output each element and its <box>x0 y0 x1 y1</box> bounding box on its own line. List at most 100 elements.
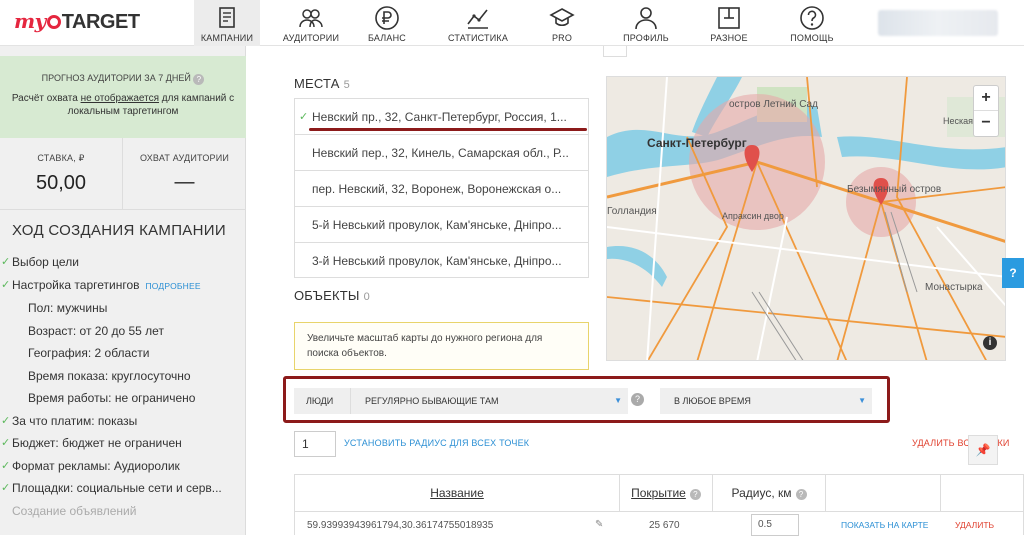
logo-target: TARGET <box>61 11 140 33</box>
panel-edge <box>603 46 627 57</box>
chevron-down-icon: ▼ <box>858 396 866 405</box>
nav-misc[interactable]: РАЗНОЕ <box>703 0 755 46</box>
col-coverage-header[interactable]: Покрытие? <box>620 475 713 511</box>
checkmark-icon: ✓ <box>1 437 11 449</box>
mytarget-logo[interactable]: my TARGET <box>14 9 140 34</box>
places-title: МЕСТА 5 <box>294 76 350 91</box>
row-radius-input[interactable]: 0.5 <box>751 514 799 536</box>
objects-title: ОБЪЕКТЫ 0 <box>294 288 370 303</box>
progress-step: Время работы: не ограничено <box>0 387 246 410</box>
mode-select-value: РЕГУЛЯРНО БЫВАЮЩИЕ ТАМ <box>365 396 499 406</box>
filter-help-icon[interactable]: ? <box>631 393 644 406</box>
map-zoom-control: + − <box>973 85 999 137</box>
map-label-apraksin: Апраксин двор <box>722 211 784 221</box>
progress-step[interactable]: ✓ Выбор цели <box>0 251 246 274</box>
highlight-underline <box>309 128 587 131</box>
show-on-map-link[interactable]: ПОКАЗАТЬ НА КАРТЕ <box>841 520 928 530</box>
campaign-progress: ХОД СОЗДАНИЯ КАМПАНИИ ✓ Выбор цели ✓ Настро… <box>0 222 246 522</box>
help-icon <box>800 6 824 30</box>
progress-step: Возраст: от 20 до 55 лет <box>0 320 246 343</box>
radius-input[interactable] <box>294 431 336 457</box>
place-item[interactable]: пер. Невский, 32, Воронеж, Воронежская о… <box>295 171 588 207</box>
progress-step[interactable]: ✓ Бюджет: бюджет не ограничен <box>0 432 246 455</box>
pin-icon[interactable]: 📌 <box>968 435 998 465</box>
campaign-sidebar: ПРОГНОЗ АУДИТОРИИ ЗА 7 ДНЕЙ ? Расчёт охв… <box>0 46 246 535</box>
progress-step-label: Площадки: социальные сети и серв... <box>12 481 222 495</box>
radius-help-icon[interactable]: ? <box>795 489 807 500</box>
progress-step: Пол: мужчины <box>0 297 246 320</box>
checkmark-icon: ✓ <box>1 256 11 268</box>
place-item[interactable]: 5-й Невський провулок, Кам'янське, Дніпр… <box>295 207 588 243</box>
place-item-label: пер. Невский, 32, Воронеж, Воронежская о… <box>312 182 562 196</box>
col-name-header[interactable]: Название <box>295 475 620 511</box>
nav-help[interactable]: ПОМОЩЬ <box>783 0 841 46</box>
progress-step-label: Настройка таргетингов <box>12 277 140 292</box>
help-tab[interactable]: ? <box>1002 258 1024 288</box>
progress-title: ХОД СОЗДАНИЯ КАМПАНИИ <box>12 222 226 239</box>
reach-label: ОХВАТ АУДИТОРИИ <box>139 153 230 163</box>
nav-statistics[interactable]: СТАТИСТИКА <box>444 0 512 46</box>
forecast-title: ПРОГНОЗ АУДИТОРИИ ЗА 7 ДНЕЙ <box>41 73 191 83</box>
place-item[interactable]: 3-й Невський провулок, Кам'янське, Дніпр… <box>295 243 588 279</box>
time-select[interactable]: В ЛЮБОЕ ВРЕМЯ ▼ <box>660 388 872 414</box>
progress-step-label: Время показа: круглосуточно <box>28 368 191 383</box>
audience-filter-box: ЛЮДИ РЕГУЛЯРНО БЫВАЮЩИЕ ТАМ ▼ ? В ЛЮБОЕ В… <box>283 376 890 423</box>
place-item[interactable]: Невский пер., 32, Кинель, Самарская обл.… <box>295 135 588 171</box>
progress-step[interactable]: ✓ За что платим: показы <box>0 410 246 433</box>
who-select-value: ЛЮДИ <box>306 396 334 406</box>
main-content: МЕСТА 5 ✓ Невский пр., 32, Санкт-Петербург… <box>246 46 1024 536</box>
graduation-cap-icon <box>549 8 575 27</box>
objects-count: 0 <box>363 291 370 303</box>
zoom-out-button[interactable]: − <box>974 111 998 136</box>
progress-step-label: За что платим: показы <box>12 413 138 428</box>
nav-balance[interactable]: БАЛАНС <box>360 0 414 46</box>
bid-label: СТАВКА, ₽ <box>37 153 85 163</box>
row-coordinates: 59.93993943961794,30.36174755018935 <box>307 520 494 531</box>
checkmark-icon: ✓ <box>299 111 309 123</box>
nav-balance-label: БАЛАНС <box>367 33 407 43</box>
stats-chart-icon <box>467 9 488 29</box>
map-info-icon[interactable]: i <box>983 336 997 350</box>
audiences-icon <box>299 9 323 28</box>
nav-campaigns[interactable]: КАМПАНИИ <box>194 0 260 46</box>
places-count: 5 <box>343 79 350 91</box>
progress-step-label: Возраст: от 20 до 55 лет <box>28 323 164 338</box>
checkmark-icon: ✓ <box>1 459 11 472</box>
checkmark-icon: ✓ <box>1 414 11 427</box>
more-details-link[interactable]: ПОДРОБНЕЕ <box>146 281 201 291</box>
map-view[interactable]: Санкт-Петербург остров Летний Сад Безымя… <box>606 76 1006 361</box>
place-item-label: Невский пр., 32, Санкт-Петербург, Россия… <box>312 110 567 124</box>
progress-step[interactable]: ✓ Формат рекламы: Аудиоролик <box>0 455 246 478</box>
progress-step-label: Бюджет: бюджет не ограничен <box>12 436 182 450</box>
user-account-blurred[interactable] <box>878 10 998 36</box>
nav-pro[interactable]: PRO <box>540 0 584 46</box>
progress-step-label: Время работы: не ограничено <box>28 391 196 405</box>
edit-pencil-icon[interactable]: ✎ <box>595 519 603 530</box>
checkmark-icon: ✓ <box>1 482 11 494</box>
coverage-help-icon[interactable]: ? <box>689 489 701 500</box>
nav-profile[interactable]: ПРОФИЛЬ <box>616 0 676 46</box>
logo-my: my <box>14 9 46 33</box>
forecast-help-icon[interactable]: ? <box>193 74 205 85</box>
top-navigation: my TARGET КАМПАНИИ АУДИТОРИИ БАЛАНС СТАТИ… <box>0 0 1024 46</box>
forecast-desc-underlined: не отображается <box>80 93 160 104</box>
delete-row-link[interactable]: УДАЛИТЬ <box>955 520 994 530</box>
reach-value: — <box>174 171 195 193</box>
who-select[interactable]: ЛЮДИ <box>294 388 350 414</box>
ruble-icon <box>375 6 399 30</box>
progress-step-label: Создание объявлений <box>12 503 137 518</box>
zoom-in-button[interactable]: + <box>974 86 998 111</box>
nav-profile-label: ПРОФИЛЬ <box>623 33 669 43</box>
mode-select[interactable]: РЕГУЛЯРНО БЫВАЮЩИЕ ТАМ ▼ <box>350 388 628 414</box>
progress-step[interactable]: ✓ Настройка таргетингов ПОДРОБНЕЕ <box>0 274 246 298</box>
col-name-label: Название <box>430 486 484 500</box>
bid-stat: СТАВКА, ₽ 50,00 <box>0 138 122 210</box>
nav-audiences[interactable]: АУДИТОРИИ <box>276 0 346 46</box>
places-title-text: МЕСТА <box>294 76 340 91</box>
progress-step: Создание объявлений <box>0 500 246 523</box>
set-radius-all-link[interactable]: УСТАНОВИТЬ РАДИУС ДЛЯ ВСЕХ ТОЧЕК <box>344 438 529 448</box>
checkmark-icon: ✓ <box>1 278 11 291</box>
progress-step[interactable]: ✓ Площадки: социальные сети и серв... <box>0 477 246 500</box>
points-table: Название Покрытие? Радиус, км? 59.939939… <box>294 474 1024 536</box>
audience-forecast: ПРОГНОЗ АУДИТОРИИ ЗА 7 ДНЕЙ ? Расчёт охв… <box>0 56 246 138</box>
